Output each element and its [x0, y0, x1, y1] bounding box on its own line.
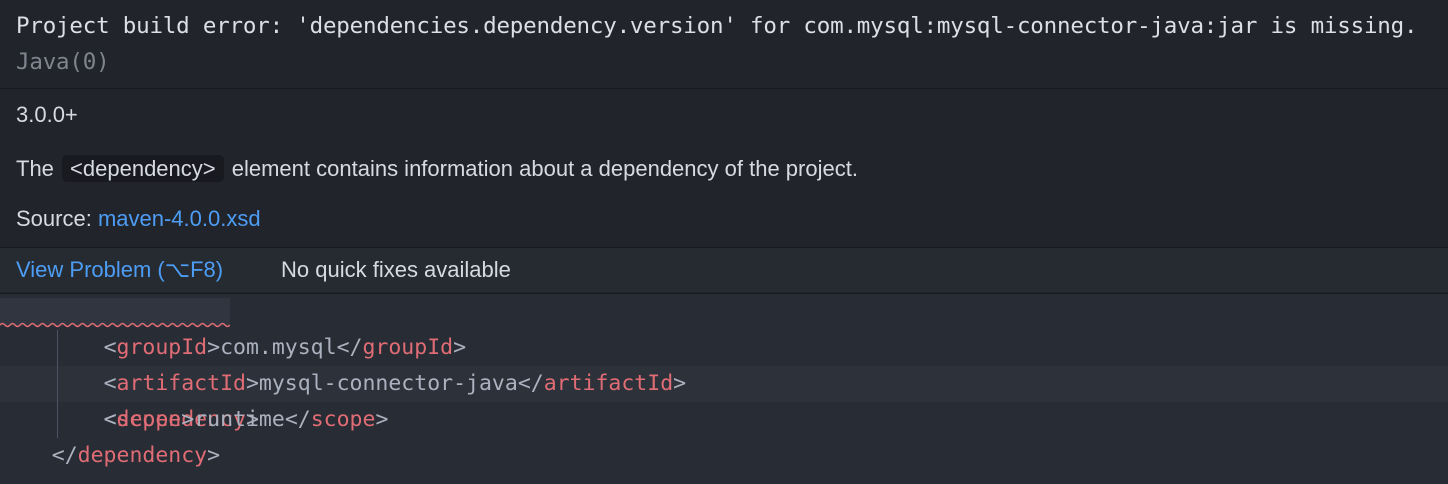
tag-name: scope: [310, 407, 376, 432]
schema-source: Source: maven-4.0.0.xsd: [16, 206, 261, 232]
desc-prefix: The: [16, 156, 54, 181]
tag-value: com.mysql: [220, 335, 337, 360]
hover-popup: Project build error: 'dependencies.depen…: [0, 0, 1448, 294]
error-message: Project build error: 'dependencies.depen…: [16, 8, 1426, 80]
tag-name: artifactId: [116, 371, 246, 396]
tag-name: scope: [116, 407, 182, 432]
indent-guide: [57, 330, 58, 438]
bracket: <: [103, 407, 117, 432]
tag-name: artifactId: [543, 371, 674, 396]
source-label: Source:: [16, 206, 92, 231]
code-line[interactable]: <groupId>com.mysql</groupId>: [0, 330, 1448, 366]
error-source: Java(0): [16, 49, 110, 75]
tag-name: groupId: [362, 335, 454, 360]
desc-code: <dependency>: [62, 155, 224, 182]
divider: [0, 88, 1448, 89]
code-line-current[interactable]: <artifactId>mysql-connector-java</artifa…: [0, 366, 1448, 402]
bracket: >: [181, 407, 195, 432]
code-editor[interactable]: <dependency> <groupId>com.mysql</groupId…: [0, 294, 1448, 484]
code-line[interactable]: </dependency>: [0, 438, 1448, 474]
bracket: >: [673, 371, 687, 396]
bracket: </: [517, 371, 544, 396]
code-line[interactable]: <dependency>: [0, 294, 1448, 432]
bracket: >: [375, 407, 389, 432]
schema-version: 3.0.0+: [16, 102, 78, 127]
bracket: >: [245, 371, 259, 396]
bracket: </: [284, 407, 311, 432]
bracket: >: [207, 443, 221, 468]
bracket: </: [336, 335, 363, 360]
view-problem-link[interactable]: View Problem (⌥F8): [16, 257, 223, 283]
tag-name: dependency: [77, 443, 208, 468]
source-link[interactable]: maven-4.0.0.xsd: [98, 206, 261, 231]
no-quick-fixes-label: No quick fixes available: [281, 257, 511, 282]
tag-name: groupId: [116, 335, 208, 360]
code-line[interactable]: <scope>runtime</scope>: [0, 402, 1448, 438]
bracket: </: [51, 443, 78, 468]
bracket: <: [103, 371, 117, 396]
error-squiggle: [0, 322, 230, 328]
tag-value: runtime: [194, 407, 285, 432]
element-description: The <dependency> element contains inform…: [16, 154, 858, 184]
desc-suffix: element contains information about a dep…: [231, 156, 858, 181]
bracket: >: [207, 335, 221, 360]
tag-value: mysql-connector-java: [258, 371, 518, 396]
hover-status-bar: View Problem (⌥F8) No quick fixes availa…: [0, 248, 1448, 292]
error-message-text: Project build error: 'dependencies.depen…: [16, 13, 1418, 39]
bracket: <: [103, 335, 117, 360]
bracket: >: [453, 335, 467, 360]
